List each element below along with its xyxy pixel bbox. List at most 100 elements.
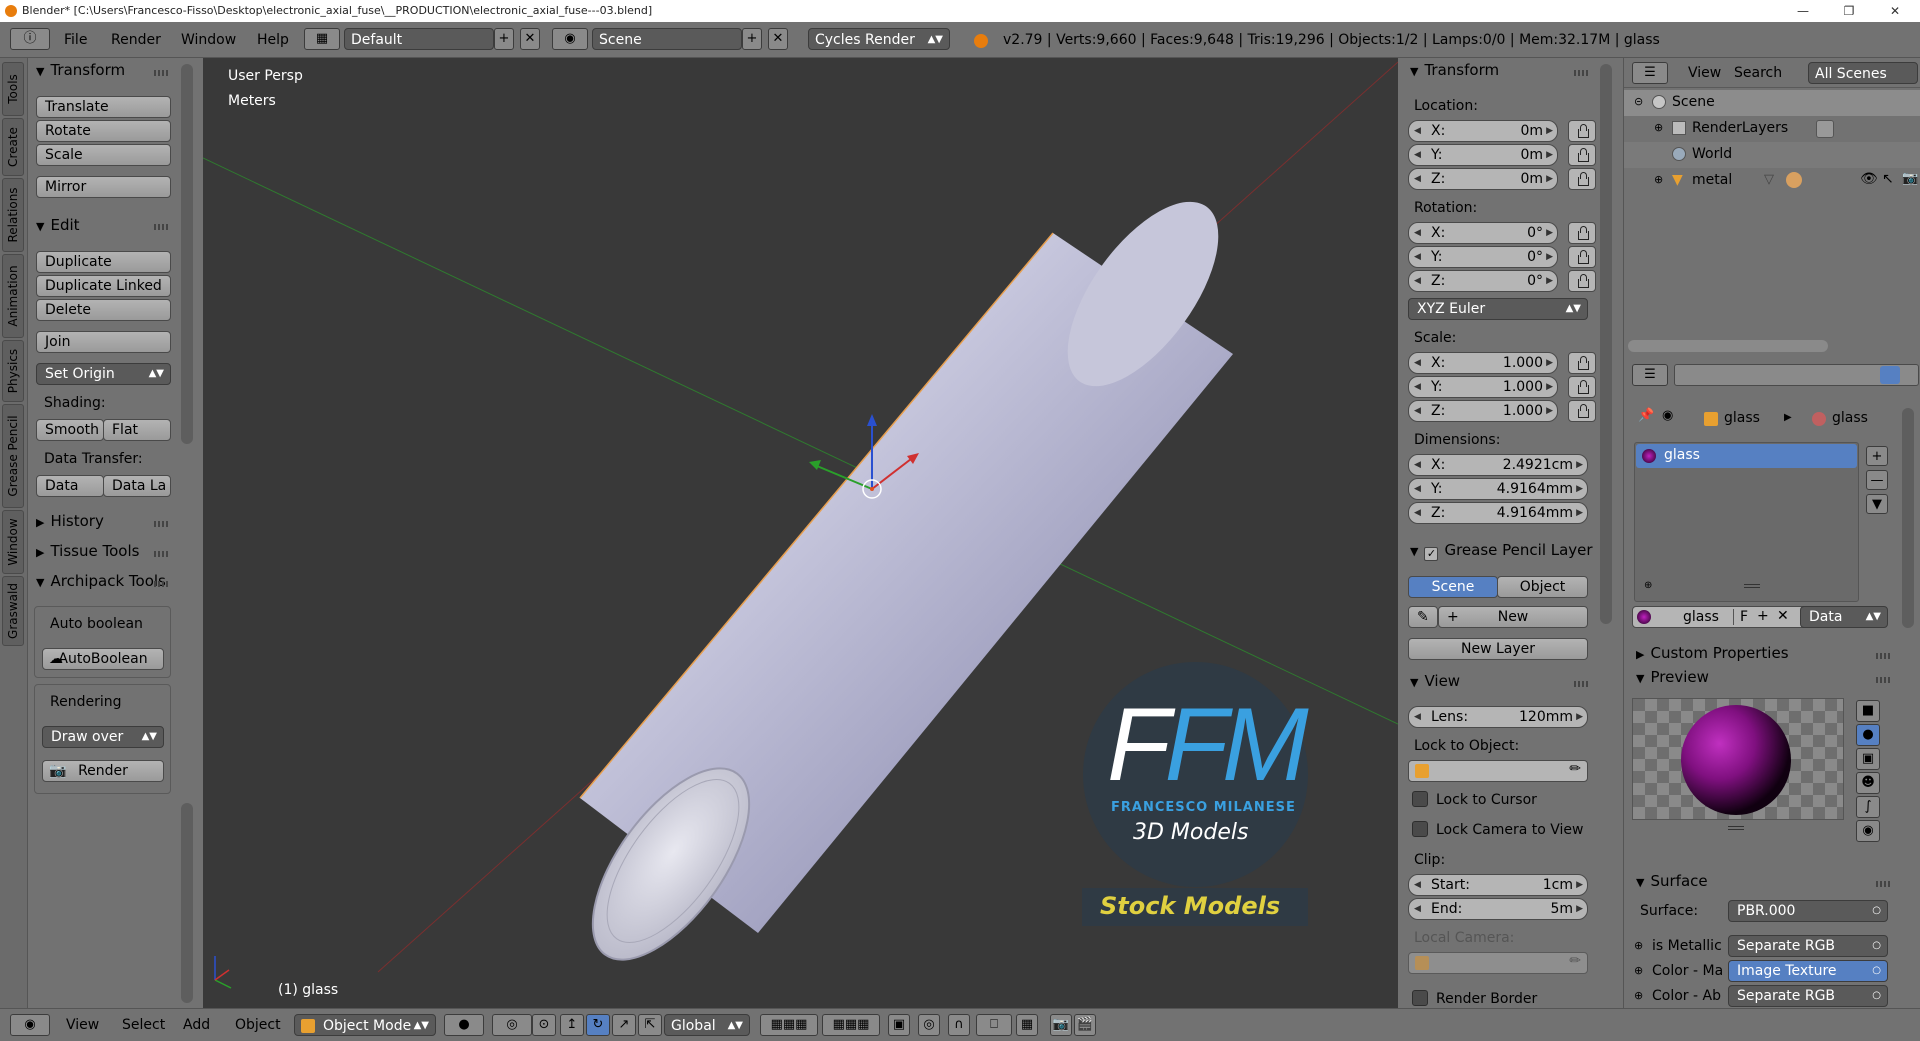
- layers-grid-b[interactable]: ▦▦▦: [822, 1014, 880, 1036]
- menu-file[interactable]: File: [64, 32, 87, 48]
- location-z-field[interactable]: ◀ Z: 0m ▶: [1408, 168, 1558, 190]
- expand-icon[interactable]: ⊕: [1654, 121, 1663, 134]
- smooth-button[interactable]: Smooth: [36, 419, 104, 441]
- rotate-manipulator-icon[interactable]: ↻: [586, 1014, 610, 1036]
- lock-camera-checkbox[interactable]: [1412, 821, 1428, 837]
- tab-relations[interactable]: Relations: [2, 178, 24, 252]
- add-scene-icon[interactable]: +: [742, 28, 762, 50]
- material-slot-row[interactable]: glass: [1636, 444, 1857, 468]
- panel-archipack-header[interactable]: ▼ Archipack Tools: [36, 572, 171, 590]
- menu-select[interactable]: Select: [122, 1017, 165, 1033]
- dimension-y-field[interactable]: ◀ Y: 4.9164mm ▶: [1408, 478, 1588, 500]
- preview-flat-icon[interactable]: ■: [1856, 700, 1880, 722]
- outliner-row-metal[interactable]: ⊕ ▼ metal ▽ 👁 ↖ 📷: [1624, 168, 1920, 194]
- scene-field[interactable]: Scene: [592, 28, 742, 50]
- panel-grip-icon[interactable]: [154, 521, 170, 527]
- snap-target-icon[interactable]: ▦: [1016, 1014, 1038, 1036]
- scale-button[interactable]: Scale: [36, 144, 171, 166]
- expand-icon[interactable]: ⊕: [1634, 989, 1643, 1002]
- menu-help[interactable]: Help: [257, 32, 289, 48]
- preview-sphere-icon[interactable]: ●: [1856, 724, 1880, 746]
- input-color-ma-dropdown[interactable]: Image Texture ○: [1728, 960, 1888, 982]
- lock-scale-z-icon[interactable]: [1568, 400, 1596, 422]
- preview-header[interactable]: ▼ Preview: [1636, 668, 1709, 686]
- preview-hair-icon[interactable]: ∫: [1856, 796, 1880, 818]
- expand-icon[interactable]: ⊕: [1654, 173, 1663, 186]
- fake-user-button[interactable]: F: [1733, 609, 1748, 625]
- scale-x-field[interactable]: ◀ X: 1.000 ▶: [1408, 352, 1558, 374]
- tab-physics[interactable]: Physics: [2, 340, 24, 402]
- material-context-icon[interactable]: [1880, 366, 1900, 384]
- snap-magnet-icon[interactable]: ∩: [948, 1014, 970, 1036]
- surface-header[interactable]: ▼ Surface: [1636, 872, 1708, 890]
- surface-shader-dropdown[interactable]: PBR.000 ○: [1728, 900, 1888, 922]
- location-y-field[interactable]: ◀ Y: 0m ▶: [1408, 144, 1558, 166]
- lock-location-z-icon[interactable]: [1568, 168, 1596, 190]
- properties-scrollbar[interactable]: [1902, 408, 1914, 628]
- pivot-point-icon[interactable]: ◎: [492, 1014, 532, 1036]
- preview-resize-grip[interactable]: [1728, 826, 1744, 832]
- panel-grip-icon[interactable]: [154, 551, 170, 557]
- clip-start-field[interactable]: ◀ Start: 1cm ▶: [1408, 874, 1588, 896]
- custom-properties-header[interactable]: ▶ Custom Properties: [1636, 644, 1789, 662]
- dimension-x-field[interactable]: ◀ X: 2.4921cm ▶: [1408, 454, 1588, 476]
- delete-button[interactable]: Delete: [36, 299, 171, 321]
- panel-transform-header[interactable]: ▼ Transform: [36, 61, 125, 79]
- opengl-render-anim-icon[interactable]: 🎬: [1074, 1014, 1096, 1036]
- screen-layout-icon[interactable]: ▦: [304, 28, 340, 50]
- tab-create[interactable]: Create: [2, 118, 24, 176]
- rotate-button[interactable]: Rotate: [36, 120, 171, 142]
- outliner-row-renderlayers[interactable]: ⊕ RenderLayers: [1624, 116, 1920, 142]
- outliner-editor-icon[interactable]: ☰: [1632, 62, 1668, 84]
- panel-grip-icon[interactable]: [1876, 881, 1892, 887]
- panel-grip-icon[interactable]: [154, 581, 170, 587]
- proportional-edit-icon[interactable]: ◎: [918, 1014, 940, 1036]
- 3d-viewport[interactable]: User Persp Meters (1) glass FFM FRANCESC…: [203, 58, 1398, 1008]
- lens-field[interactable]: ◀ Lens: 120mm ▶: [1408, 706, 1588, 728]
- render-button[interactable]: 📷 Render: [42, 760, 164, 782]
- dimension-z-field[interactable]: ◀ Z: 4.9164mm ▶: [1408, 502, 1588, 524]
- properties-context-tabs[interactable]: [1674, 364, 1919, 386]
- outliner-row-world[interactable]: World: [1624, 142, 1920, 168]
- translate-manipulator-icon[interactable]: ↥: [560, 1014, 584, 1036]
- expand-icon[interactable]: ⊕: [1634, 964, 1643, 977]
- maximize-icon[interactable]: ❐: [1826, 0, 1872, 22]
- scene-icon[interactable]: ◉: [552, 28, 588, 50]
- input-color-ab-dropdown[interactable]: Separate RGB ○: [1728, 985, 1888, 1007]
- panel-grip-icon[interactable]: [1876, 653, 1892, 659]
- list-filter-icon[interactable]: ⊕: [1644, 580, 1652, 591]
- outliner-display-mode[interactable]: All Scenes: [1808, 62, 1918, 84]
- translate-button[interactable]: Translate: [36, 96, 171, 118]
- panel-grip-icon[interactable]: [154, 70, 170, 76]
- scale-y-field[interactable]: ◀ Y: 1.000 ▶: [1408, 376, 1558, 398]
- lock-location-y-icon[interactable]: [1568, 144, 1596, 166]
- unlink-material-icon[interactable]: ✕: [1777, 608, 1789, 624]
- outliner-scrollbar[interactable]: [1628, 340, 1828, 352]
- editor-type-info-icon[interactable]: ⓘ: [10, 28, 50, 50]
- lock-scale-x-icon[interactable]: [1568, 352, 1596, 374]
- grease-pencil-layer-header[interactable]: ▼ ✓ Grease Pencil Layer: [1410, 541, 1610, 561]
- tab-tools[interactable]: Tools: [2, 62, 24, 116]
- input-metallic-dropdown[interactable]: Separate RGB ○: [1728, 935, 1888, 957]
- lock-scale-y-icon[interactable]: [1568, 376, 1596, 398]
- autoboolean-button[interactable]: ☁ AutoBoolean: [42, 648, 164, 670]
- snap-element-icon[interactable]: ⎕: [976, 1014, 1012, 1036]
- collapse-icon[interactable]: ⊝: [1634, 95, 1643, 108]
- tool-shelf-scrollbar[interactable]: [181, 64, 193, 444]
- menu-object[interactable]: Object: [235, 1017, 281, 1033]
- data-transfer-data-button[interactable]: Data: [36, 475, 104, 497]
- screen-layout-field[interactable]: Default: [344, 28, 494, 50]
- lock-to-cursor-checkbox[interactable]: [1412, 791, 1428, 807]
- remove-material-slot-icon[interactable]: —: [1866, 470, 1888, 490]
- gp-scene-button[interactable]: Scene: [1408, 576, 1498, 598]
- tool-shelf-lower-scrollbar[interactable]: [181, 803, 193, 1003]
- grease-pencil-checkbox[interactable]: ✓: [1424, 547, 1439, 561]
- remove-layout-icon[interactable]: ✕: [520, 28, 540, 50]
- render-engine-dropdown[interactable]: Cycles Render ▲▼: [808, 28, 950, 50]
- add-material-slot-icon[interactable]: +: [1866, 446, 1888, 466]
- render-camera-icon[interactable]: 📷: [1902, 171, 1918, 186]
- panel-grip-icon[interactable]: [154, 224, 170, 230]
- render-border-checkbox[interactable]: [1412, 990, 1428, 1006]
- rotation-x-field[interactable]: ◀ X: 0° ▶: [1408, 222, 1558, 244]
- remove-scene-icon[interactable]: ✕: [768, 28, 788, 50]
